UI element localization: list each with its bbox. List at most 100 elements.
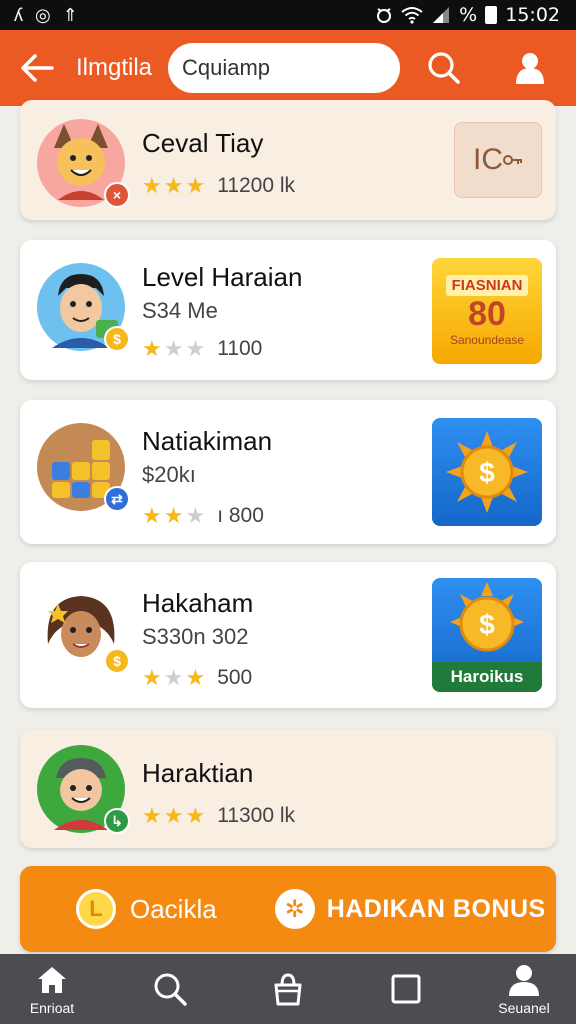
star-icon: ★ <box>142 803 162 828</box>
coin-icon: $ <box>104 326 130 352</box>
star-icon: ★ <box>142 336 162 361</box>
thumb-symbol: $ <box>479 457 495 488</box>
list-item[interactable]: × Ceval Tiay ★ ★ ★ 11200 lk IC <box>20 100 556 220</box>
star-icon: ★ <box>163 503 184 528</box>
nav-square[interactable] <box>366 954 446 1024</box>
nav-home[interactable]: Enrioat <box>12 954 92 1024</box>
profile-button[interactable] <box>508 46 552 90</box>
nav-profile[interactable]: Seuanel <box>484 954 564 1024</box>
wifi-icon <box>401 7 423 24</box>
list-item[interactable]: $ Level Haraian S34 Me ★ ★ ★ 1100 FIASNI… <box>20 240 556 380</box>
list-item[interactable]: ↳ Haraktian ★ ★ ★ 11300 lk <box>20 730 556 848</box>
upload-icon: ⇑ <box>62 5 78 25</box>
item-subtitle: $20kı <box>142 462 196 487</box>
rating: ★ ★ ★ 1100 <box>142 337 262 361</box>
bag-icon <box>274 973 302 1006</box>
avatar: × <box>36 118 130 208</box>
square-icon <box>391 974 421 1004</box>
search-button[interactable] <box>422 46 466 90</box>
avatar: ⇄ <box>36 422 130 512</box>
item-name: Natiakiman <box>142 426 273 456</box>
rating-text: 500 <box>217 666 253 689</box>
item-name: Hakaham <box>142 588 254 618</box>
rating-text: 11300 lk <box>217 804 296 827</box>
star-icon: ★ <box>163 173 184 198</box>
thumb-text: IC <box>473 143 503 176</box>
back-arrow-icon <box>21 54 54 82</box>
close-icon: × <box>104 182 130 208</box>
thumb-caption: Sanoundease <box>449 333 525 348</box>
claim-label: Oacikla <box>130 893 217 924</box>
battery-icon <box>485 6 498 24</box>
nav-search[interactable] <box>130 954 210 1024</box>
rating: ★ ★ ★ ı 800 <box>142 504 264 528</box>
search-icon <box>428 52 460 84</box>
search-input[interactable] <box>168 43 400 93</box>
messenger-icon: ◎ <box>35 5 51 25</box>
rating-text: 11200 lk <box>217 174 296 197</box>
thumb-symbol: $ <box>479 609 495 640</box>
status-left-icons: ʎ ◎ ⇑ <box>14 6 78 24</box>
bonus-label: HADIKAN BONUS <box>326 894 546 923</box>
thumb-caption: Haroikus <box>432 662 542 692</box>
avatar: $ <box>36 262 130 352</box>
coin-icon: $ <box>104 648 130 674</box>
star-icon: ★ <box>185 803 206 828</box>
list-item[interactable]: ⇄ Natiakiman $20kı ★ ★ ★ ı 800 $ <box>20 400 556 544</box>
sparkle-icon: ✲ <box>274 889 315 929</box>
rating: ★ ★ ★ 11200 lk <box>142 174 295 198</box>
back-button[interactable] <box>16 47 58 89</box>
status-right-icons: % 15:02 <box>375 4 560 26</box>
star-icon: ★ <box>185 665 206 690</box>
claim-button[interactable]: L Oacikla <box>76 889 217 929</box>
bonus-bar: L Oacikla ✲ HADIKAN BONUS <box>20 866 556 952</box>
avatar: $ <box>36 584 130 674</box>
list-item[interactable]: $ Hakaham S330n 302 ★ ★ ★ 500 $ Haroikus <box>20 562 556 708</box>
status-bar: ʎ ◎ ⇑ % 15:02 <box>0 0 576 30</box>
bonus-button[interactable]: ✲ HADIKAN BONUS <box>274 889 546 929</box>
star-icon: ★ <box>185 503 206 528</box>
sun-coin-icon: $ <box>450 582 524 652</box>
star-icon: ★ <box>163 803 184 828</box>
item-subtitle: S330n 302 <box>142 624 249 649</box>
signal-alt-icon: ʎ <box>14 5 23 25</box>
user-icon <box>509 965 539 996</box>
sun-coin-icon: $ <box>446 431 528 513</box>
item-thumbnail: FIASNIAN 80 Sanoundease <box>432 258 542 364</box>
item-name: Haraktian <box>142 758 254 788</box>
star-icon: ★ <box>142 173 162 198</box>
app-title: Ilmgtila <box>76 54 153 81</box>
item-name: Ceval Tiay <box>142 128 264 158</box>
arrow-icon: ↳ <box>104 808 130 834</box>
star-icon: ★ <box>163 665 184 690</box>
thumb-number: 80 <box>468 294 506 333</box>
key-icon <box>503 155 522 165</box>
star-icon: ★ <box>185 336 206 361</box>
thumb-banner: FIASNIAN <box>445 274 529 296</box>
cell-signal-icon <box>433 7 450 23</box>
home-icon <box>38 967 66 993</box>
nav-label: Enrioat <box>29 1000 75 1016</box>
item-thumbnail: $ <box>432 418 542 526</box>
swap-icon: ⇄ <box>104 486 130 512</box>
nav-bag[interactable] <box>248 954 328 1024</box>
app-bar: Ilmgtila <box>0 30 576 106</box>
star-icon: ★ <box>163 336 184 361</box>
battery-percent: % <box>459 4 478 26</box>
rating-text: 1100 <box>217 337 263 360</box>
search-icon <box>154 973 187 1006</box>
rating-text: ı 800 <box>217 504 264 527</box>
item-subtitle: S34 Me <box>142 298 218 323</box>
star-icon: ★ <box>185 173 206 198</box>
bottom-nav: Enrioat Seuanel <box>0 954 576 1024</box>
star-icon: ★ <box>142 503 162 528</box>
rating: ★ ★ ★ 500 <box>142 666 252 690</box>
alarm-icon <box>377 8 392 23</box>
rating: ★ ★ ★ 11300 lk <box>142 804 295 828</box>
item-thumbnail: IC <box>454 122 542 198</box>
avatar: ↳ <box>36 744 130 834</box>
clock: 15:02 <box>505 4 560 26</box>
user-bell-icon <box>516 53 544 84</box>
item-name: Level Haraian <box>142 262 303 292</box>
star-icon: ★ <box>142 665 162 690</box>
